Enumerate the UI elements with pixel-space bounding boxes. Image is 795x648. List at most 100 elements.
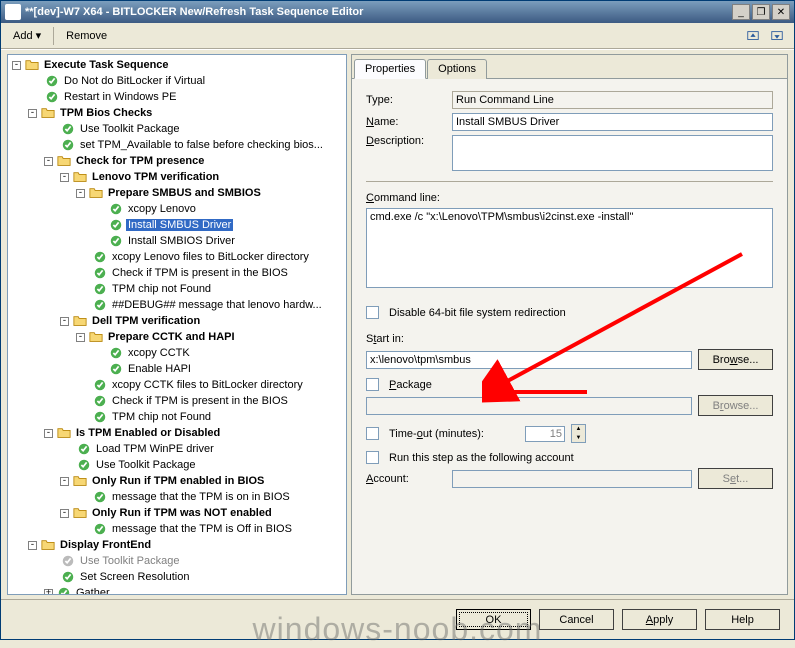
tree-step[interactable]: Install SMBUS Driver xyxy=(8,217,346,233)
tree-item-label[interactable]: Display FrontEnd xyxy=(58,539,153,551)
ok-button[interactable]: OK xyxy=(456,609,531,630)
expand-toggle[interactable]: - xyxy=(60,317,69,326)
tree-step[interactable]: Check if TPM is present in the BIOS xyxy=(8,265,346,281)
description-input[interactable] xyxy=(452,135,773,171)
tree-step[interactable]: Check if TPM is present in the BIOS xyxy=(8,393,346,409)
expand-toggle[interactable]: + xyxy=(44,589,53,596)
tree-step[interactable]: xcopy CCTK xyxy=(8,345,346,361)
tree-group[interactable]: - Display FrontEnd xyxy=(8,537,346,553)
tree-item-label[interactable]: Check if TPM is present in the BIOS xyxy=(110,395,290,407)
restore-button[interactable]: ❐ xyxy=(752,4,770,20)
tree-item-label[interactable]: xcopy CCTK xyxy=(126,347,192,359)
expand-toggle[interactable]: - xyxy=(60,173,69,182)
expand-toggle[interactable]: - xyxy=(12,61,21,70)
move-down-icon[interactable] xyxy=(766,26,788,46)
tree-item-label[interactable]: Lenovo TPM verification xyxy=(90,171,221,183)
tree-step[interactable]: TPM chip not Found xyxy=(8,409,346,425)
tab-options[interactable]: Options xyxy=(427,59,487,79)
tree-group[interactable]: - TPM Bios Checks xyxy=(8,105,346,121)
tree-group[interactable]: - Only Run if TPM was NOT enabled xyxy=(8,505,346,521)
tree-item-label[interactable]: message that the TPM is Off in BIOS xyxy=(110,523,294,535)
tree-group[interactable]: - Lenovo TPM verification xyxy=(8,169,346,185)
tree-item-label[interactable]: Gather xyxy=(74,587,112,595)
tree-step[interactable]: Enable HAPI xyxy=(8,361,346,377)
tree-item-label[interactable]: Prepare SMBUS and SMBIOS xyxy=(106,187,263,199)
tree-item-label[interactable]: set TPM_Available to false before checki… xyxy=(78,139,325,151)
tree-step[interactable]: Use Toolkit Package xyxy=(8,121,346,137)
tree-step[interactable]: + Gather xyxy=(8,585,346,595)
expand-toggle[interactable]: - xyxy=(76,189,85,198)
tree-item-label[interactable]: TPM chip not Found xyxy=(110,283,213,295)
tree-step[interactable]: xcopy Lenovo xyxy=(8,201,346,217)
close-button[interactable]: ✕ xyxy=(772,4,790,20)
tree-group[interactable]: - Prepare SMBUS and SMBIOS xyxy=(8,185,346,201)
tree-step[interactable]: Install SMBIOS Driver xyxy=(8,233,346,249)
apply-button[interactable]: Apply xyxy=(622,609,697,630)
tree-item-label[interactable]: Use Toolkit Package xyxy=(78,123,181,135)
tree-step[interactable]: TPM chip not Found xyxy=(8,281,346,297)
tree-item-label[interactable]: message that the TPM is on in BIOS xyxy=(110,491,292,503)
tab-properties[interactable]: Properties xyxy=(354,59,426,79)
expand-toggle[interactable]: - xyxy=(28,109,37,118)
tree-item-label[interactable]: TPM chip not Found xyxy=(110,411,213,423)
tree-item-label[interactable]: Restart in Windows PE xyxy=(62,91,178,103)
expand-toggle[interactable]: - xyxy=(76,333,85,342)
tree-step[interactable]: Do Not do BitLocker if Virtual xyxy=(8,73,346,89)
tree-item-label[interactable]: TPM Bios Checks xyxy=(58,107,154,119)
tree-group[interactable]: - Prepare CCTK and HAPI xyxy=(8,329,346,345)
tree-item-label[interactable]: Check for TPM presence xyxy=(74,155,206,167)
remove-button[interactable]: Remove xyxy=(60,28,113,44)
timeout-checkbox[interactable] xyxy=(366,427,379,440)
package-checkbox[interactable] xyxy=(366,378,379,391)
tree-item-label[interactable]: Do Not do BitLocker if Virtual xyxy=(62,75,207,87)
expand-toggle[interactable]: - xyxy=(44,157,53,166)
tree-group[interactable]: - Check for TPM presence xyxy=(8,153,346,169)
tree-group[interactable]: - Only Run if TPM enabled in BIOS xyxy=(8,473,346,489)
expand-toggle[interactable]: - xyxy=(28,541,37,550)
tree-item-label[interactable]: Use Toolkit Package xyxy=(94,459,197,471)
minimize-button[interactable]: _ xyxy=(732,4,750,20)
expand-toggle[interactable]: - xyxy=(60,509,69,518)
tree-item-label[interactable]: xcopy CCTK files to BitLocker directory xyxy=(110,379,305,391)
tree-item-label[interactable]: Load TPM WinPE driver xyxy=(94,443,216,455)
tree-item-label[interactable]: Prepare CCTK and HAPI xyxy=(106,331,237,343)
tree-step[interactable]: xcopy Lenovo files to BitLocker director… xyxy=(8,249,346,265)
tree-step[interactable]: Use Toolkit Package xyxy=(8,457,346,473)
tree-item-label[interactable]: Dell TPM verification xyxy=(90,315,202,327)
tree-item-label[interactable]: xcopy Lenovo xyxy=(126,203,198,215)
browse-startin-button[interactable]: Browse... xyxy=(698,349,773,370)
tree-item-label[interactable]: Only Run if TPM was NOT enabled xyxy=(90,507,274,519)
expand-toggle[interactable]: - xyxy=(44,429,53,438)
tree-step[interactable]: message that the TPM is on in BIOS xyxy=(8,489,346,505)
move-up-icon[interactable] xyxy=(742,26,764,46)
tree-item-label[interactable]: xcopy Lenovo files to BitLocker director… xyxy=(110,251,311,263)
tree-step[interactable]: xcopy CCTK files to BitLocker directory xyxy=(8,377,346,393)
tree-item-label[interactable]: Enable HAPI xyxy=(126,363,193,375)
tree-item-label[interactable]: Check if TPM is present in the BIOS xyxy=(110,267,290,279)
add-menu[interactable]: Add ▾ xyxy=(7,27,47,44)
tree-step[interactable]: set TPM_Available to false before checki… xyxy=(8,137,346,153)
tree-item-label[interactable]: Is TPM Enabled or Disabled xyxy=(74,427,222,439)
tree-item-label[interactable]: Install SMBIOS Driver xyxy=(126,235,237,247)
tree-item-label[interactable]: Set Screen Resolution xyxy=(78,571,191,583)
startin-input[interactable] xyxy=(366,351,692,369)
disable64-checkbox[interactable] xyxy=(366,306,379,319)
tree-item-label[interactable]: Use Toolkit Package xyxy=(78,555,181,567)
name-input[interactable] xyxy=(452,113,773,131)
tree-step[interactable]: Load TPM WinPE driver xyxy=(8,441,346,457)
tree-step[interactable]: ##DEBUG## message that lenovo hardw... xyxy=(8,297,346,313)
task-sequence-tree[interactable]: - Execute Task Sequence Do Not do BitLocke… xyxy=(7,54,347,595)
cancel-button[interactable]: Cancel xyxy=(539,609,614,630)
tree-group[interactable]: - Dell TPM verification xyxy=(8,313,346,329)
help-button[interactable]: Help xyxy=(705,609,780,630)
tree-item-label[interactable]: Execute Task Sequence xyxy=(42,59,171,71)
tree-item-label[interactable]: Only Run if TPM enabled in BIOS xyxy=(90,475,266,487)
tree-group[interactable]: - Is TPM Enabled or Disabled xyxy=(8,425,346,441)
tree-item-label[interactable]: Install SMBUS Driver xyxy=(126,219,233,231)
tree-step[interactable]: message that the TPM is Off in BIOS xyxy=(8,521,346,537)
tree-group[interactable]: - Execute Task Sequence xyxy=(8,57,346,73)
runas-checkbox[interactable] xyxy=(366,451,379,464)
tree-step[interactable]: Set Screen Resolution xyxy=(8,569,346,585)
tree-item-label[interactable]: ##DEBUG## message that lenovo hardw... xyxy=(110,299,324,311)
expand-toggle[interactable]: - xyxy=(60,477,69,486)
